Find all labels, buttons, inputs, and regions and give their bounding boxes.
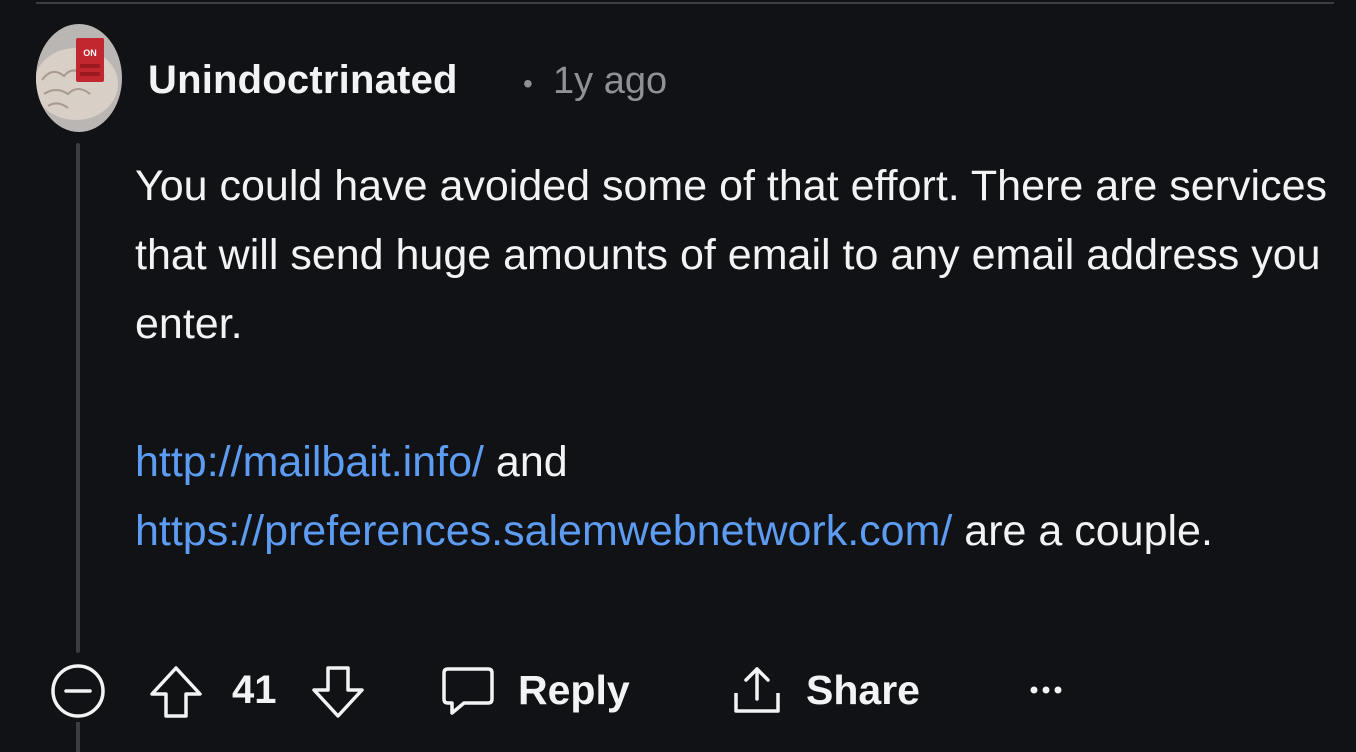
share-upload-icon (734, 667, 780, 713)
link-salemwebnetwork[interactable]: https://preferences.salemwebnetwork.com/ (135, 507, 952, 555)
arrow-up-icon (150, 666, 202, 718)
ellipsis-icon (1030, 686, 1062, 694)
share-button[interactable]: Share (730, 658, 920, 722)
thread-line[interactable] (76, 143, 80, 653)
meta-separator: • (523, 68, 533, 99)
brain-avatar-icon: ON (36, 24, 122, 132)
upvote-button[interactable] (148, 662, 204, 722)
top-divider (36, 2, 1334, 4)
comment-body: You could have avoided some of that effo… (135, 152, 1335, 566)
comment-paragraph-2: http://mailbait.info/ and https://prefer… (135, 428, 1335, 566)
comment-author[interactable]: Unindoctrinated (148, 58, 458, 103)
share-label: Share (806, 666, 920, 713)
downvote-button[interactable] (310, 662, 366, 722)
link-mailbait[interactable]: http://mailbait.info/ (135, 438, 484, 486)
reply-label: Reply (518, 666, 630, 713)
comment-paragraph-1: You could have avoided some of that effo… (135, 162, 1327, 348)
comment-action-bar: 41 Reply Share (0, 650, 1356, 730)
arrow-down-icon (312, 666, 364, 718)
more-options-button[interactable] (1026, 672, 1070, 708)
collapse-thread-button[interactable] (50, 663, 106, 719)
comment-bubble-icon (442, 667, 494, 715)
text-and: and (483, 438, 568, 486)
reply-button[interactable]: Reply (440, 658, 630, 722)
comment-timestamp[interactable]: 1y ago (553, 60, 667, 103)
user-avatar[interactable]: ON (36, 24, 122, 132)
minus-circle-icon (51, 664, 105, 718)
vote-count: 41 (232, 668, 277, 712)
text-end: are a couple. (952, 507, 1213, 555)
svg-text:ON: ON (83, 48, 97, 58)
